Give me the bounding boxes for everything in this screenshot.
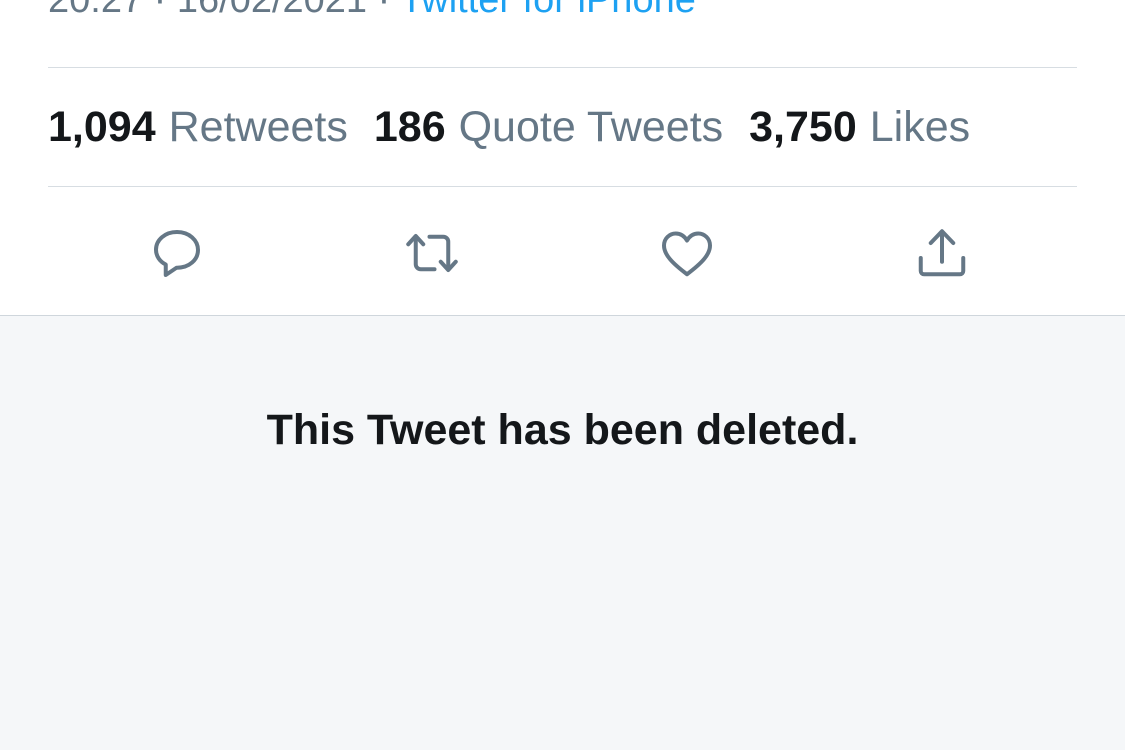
meta-separator: · <box>377 0 391 21</box>
deleted-tweet-panel: This Tweet has been deleted. <box>0 315 1125 750</box>
meta-separator: · <box>153 0 167 21</box>
likes-count: 3,750 <box>749 103 857 151</box>
quote-tweets-stat[interactable]: 186 Quote Tweets <box>374 101 723 153</box>
tweet-meta-line: 20:27 · 16/02/2021 · Twitter for iPhone <box>48 0 696 22</box>
engagement-stats: 1,094 Retweets 186 Quote Tweets 3,750 Li… <box>48 101 996 153</box>
deleted-tweet-notice: This Tweet has been deleted. <box>266 406 859 454</box>
retweet-icon <box>406 234 458 272</box>
retweets-stat[interactable]: 1,094 Retweets <box>48 101 348 153</box>
share-button[interactable] <box>910 221 974 285</box>
reply-icon <box>154 230 200 277</box>
share-icon <box>918 229 966 277</box>
reply-button[interactable] <box>145 221 209 285</box>
likes-label: Likes <box>869 103 971 151</box>
like-button[interactable] <box>655 221 719 285</box>
retweet-button[interactable] <box>400 221 464 285</box>
quote-tweets-count: 186 <box>373 103 446 151</box>
likes-stat[interactable]: 3,750 Likes <box>749 101 970 153</box>
tweet-action-bar <box>0 187 1125 315</box>
tweet-detail-panel: 20:27 · 16/02/2021 · Twitter for iPhone … <box>0 0 1125 315</box>
quote-tweets-label: Quote Tweets <box>458 103 724 151</box>
tweet-time: 20:27 <box>48 0 144 21</box>
divider <box>48 67 1077 68</box>
retweets-count: 1,094 <box>48 103 156 151</box>
tweet-detail-screen: 20:27 · 16/02/2021 · Twitter for iPhone … <box>0 0 1125 750</box>
tweet-date: 16/02/2021 <box>176 0 368 21</box>
tweet-source-link[interactable]: Twitter for iPhone <box>400 0 696 21</box>
retweets-label: Retweets <box>168 103 348 151</box>
heart-icon <box>662 231 712 277</box>
